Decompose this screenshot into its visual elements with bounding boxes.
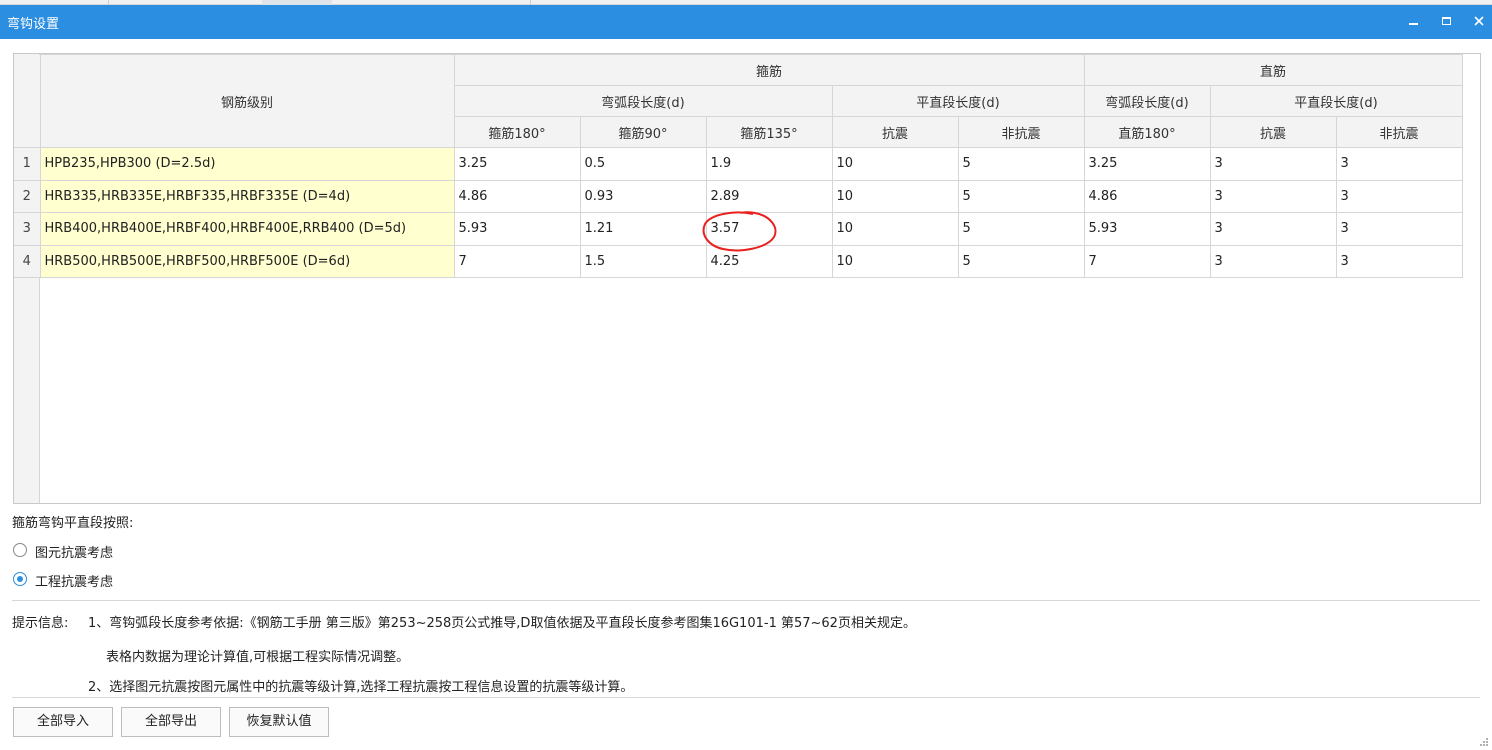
value-cell[interactable]: 0.5 [579,147,707,181]
export-all-button[interactable]: 全部导出 [121,707,221,737]
value-cell[interactable]: 3 [1335,212,1463,246]
close-button[interactable] [1469,11,1489,31]
option-group-label: 箍筋弯钩平直段按照: [12,516,134,531]
value-cell[interactable]: 10 [831,179,959,213]
hint-line: 表格内数据为理论计算值,可根据工程实际情况调整。 [106,650,410,665]
table-row: 1 HPB235,HPB300 (D=2.5d) 3.25 0.5 1.9 10… [14,147,1463,181]
hint-label: 提示信息: [12,616,69,631]
maximize-icon [1441,16,1451,25]
header-stirrup: 箍筋 [453,54,1085,86]
radio-label: 图元抗震考虑 [35,546,114,561]
header-grade: 钢筋级别 [39,54,455,148]
minimize-icon [1408,22,1418,25]
header-straight-arc-length: 弯弧段长度(d) [1083,85,1211,117]
import-all-button[interactable]: 全部导入 [13,707,113,737]
value-cell[interactable]: 7 [1083,244,1211,278]
row-number: 1 [14,147,41,181]
corner-header [14,54,41,148]
value-cell[interactable]: 3 [1335,179,1463,213]
value-cell[interactable]: 5.93 [1083,212,1211,246]
value-cell[interactable]: 5.93 [453,212,581,246]
radio-circle[interactable] [13,543,27,557]
value-cell[interactable]: 1.5 [579,244,707,278]
radio-label: 工程抗震考虑 [35,575,114,590]
header-col: 箍筋135° [705,116,833,148]
header-col: 箍筋90° [579,116,707,148]
radio-element-seismic[interactable]: 图元抗震考虑 [13,540,213,561]
value-cell[interactable]: 5 [957,212,1085,246]
maximize-button[interactable] [1436,11,1456,31]
value-cell[interactable]: 10 [831,212,959,246]
value-cell[interactable]: 3 [1209,179,1337,213]
value-cell[interactable]: 3 [1209,244,1337,278]
value-cell[interactable]: 0.93 [579,179,707,213]
header-col: 非抗震 [957,116,1085,148]
header-col: 抗震 [1209,116,1337,148]
value-cell[interactable]: 5 [957,179,1085,213]
grade-cell[interactable]: HRB400,HRB400E,HRBF400,HRBF400E,RRB400 (… [39,212,455,246]
value-cell[interactable]: 1.21 [579,212,707,246]
row-number: 2 [14,179,41,213]
header-col: 箍筋180° [453,116,581,148]
value-cell[interactable]: 3 [1335,147,1463,181]
hook-settings-grid: 钢筋级别 箍筋 直筋 弯弧段长度(d) 平直段长度(d) 弯弧段长度(d) 平直… [13,53,1481,504]
value-cell[interactable]: 3.25 [1083,147,1211,181]
divider [12,697,1480,698]
dialog-titlebar: 弯钩设置 [0,5,1492,39]
value-cell[interactable]: 4.86 [1083,179,1211,213]
header-col: 非抗震 [1335,116,1463,148]
value-cell[interactable]: 10 [831,147,959,181]
value-cell[interactable]: 5 [957,244,1085,278]
value-cell[interactable]: 3.25 [453,147,581,181]
row-number: 4 [14,244,41,278]
header-col: 直筋180° [1083,116,1211,148]
restore-default-button[interactable]: 恢复默认值 [229,707,329,737]
value-cell[interactable]: 3 [1335,244,1463,278]
header-arc-length: 弯弧段长度(d) [453,85,833,117]
dialog-title: 弯钩设置 [7,17,60,32]
value-cell[interactable]: 3 [1209,212,1337,246]
hint-line: 2、选择图元抗震按图元属性中的抗震等级计算,选择工程抗震按工程信息设置的抗震等级… [88,680,634,695]
grade-cell[interactable]: HRB335,HRB335E,HRBF335,HRBF335E (D=4d) [39,179,455,213]
header-straight: 直筋 [1083,54,1463,86]
minimize-button[interactable] [1403,11,1423,31]
value-cell[interactable]: 7 [453,244,581,278]
header-flat-length: 平直段长度(d) [831,85,1085,117]
header-straight-flat-length: 平直段长度(d) [1209,85,1463,117]
divider [12,600,1480,601]
radio-project-seismic[interactable]: 工程抗震考虑 [13,569,213,590]
grade-cell[interactable]: HPB235,HPB300 (D=2.5d) [39,147,455,181]
red-circle-annotation [702,211,777,252]
value-cell[interactable]: 3 [1209,147,1337,181]
value-cell[interactable]: 1.9 [705,147,833,181]
resize-grip-icon[interactable] [1479,737,1489,747]
grade-cell[interactable]: HRB500,HRB500E,HRBF500,HRBF500E (D=6d) [39,244,455,278]
value-cell[interactable]: 5 [957,147,1085,181]
hint-line: 1、弯钩弧段长度参考依据:《钢筋工手册 第三版》第253~258页公式推导,D取… [88,616,916,631]
radio-circle-selected[interactable] [13,572,27,586]
row-number: 3 [14,212,41,246]
close-icon [1474,15,1484,26]
value-cell[interactable]: 10 [831,244,959,278]
header-col: 抗震 [831,116,959,148]
value-cell[interactable]: 4.86 [453,179,581,213]
